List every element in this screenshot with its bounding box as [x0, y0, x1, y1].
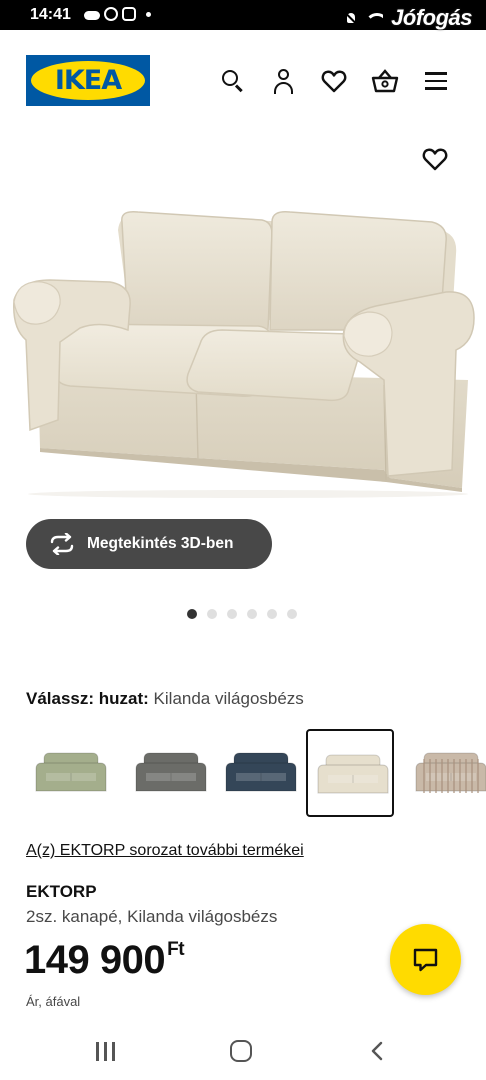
- carousel-dot[interactable]: [267, 609, 277, 619]
- search-icon[interactable]: [220, 68, 246, 94]
- product-name: EKTORP: [26, 882, 97, 901]
- back-icon[interactable]: [368, 1041, 388, 1061]
- notification-dot-icon: [146, 11, 151, 17]
- chat-icon: [413, 948, 438, 972]
- system-nav-bar: [0, 1030, 486, 1080]
- status-time: 14:41: [30, 6, 71, 23]
- ikea-logo[interactable]: IKEA: [26, 55, 150, 106]
- series-link[interactable]: A(z) EKTORP sorozat további termékei: [26, 842, 304, 860]
- recent-apps-icon[interactable]: [95, 1042, 117, 1062]
- carousel-dots: [187, 609, 297, 619]
- variant-swatch[interactable]: [306, 729, 394, 817]
- view-3d-label: Megtekintés 3D-ben: [87, 535, 234, 552]
- status-bar: 14:41 Jófogás: [0, 0, 486, 30]
- price-note: Ár, áfával: [26, 994, 81, 1009]
- carousel-dot[interactable]: [187, 609, 197, 619]
- whatsapp-icon: [104, 7, 118, 21]
- home-icon[interactable]: [230, 1040, 252, 1062]
- rotate-3d-icon: [48, 532, 76, 556]
- carousel-dot[interactable]: [287, 609, 297, 619]
- watermark: Jófogás: [391, 5, 472, 30]
- basket-icon[interactable]: [371, 68, 399, 94]
- variant-swatch[interactable]: [26, 729, 114, 817]
- instagram-icon: [122, 7, 136, 21]
- variant-swatch[interactable]: [216, 729, 304, 817]
- cloud-icon: [84, 11, 100, 20]
- menu-icon[interactable]: [424, 68, 450, 94]
- price-value: 149 900: [24, 938, 166, 982]
- variant-label: Válassz: huzat:: [26, 689, 149, 708]
- view-3d-button[interactable]: Megtekintés 3D-ben: [26, 519, 272, 569]
- user-icon[interactable]: [271, 68, 297, 94]
- carousel-dot[interactable]: [207, 609, 217, 619]
- logo-text: IKEA: [54, 65, 122, 96]
- variant-value: Kilanda világosbézs: [153, 689, 304, 708]
- product-price: 149 900 Ft: [24, 938, 185, 983]
- product-image[interactable]: [0, 130, 486, 530]
- carousel-dot[interactable]: [247, 609, 257, 619]
- favorite-heart-icon[interactable]: [422, 146, 448, 172]
- chat-button[interactable]: [390, 924, 461, 995]
- variant-swatch[interactable]: [126, 729, 214, 817]
- variant-swatches: [0, 729, 486, 817]
- price-currency: Ft: [167, 939, 185, 960]
- heart-icon[interactable]: [321, 68, 347, 94]
- variant-selector-label: Válassz: huzat: Kilanda világosbézs: [26, 689, 304, 709]
- variant-swatch[interactable]: [406, 729, 486, 817]
- carousel-dot[interactable]: [227, 609, 237, 619]
- site-header: IKEA: [0, 30, 486, 130]
- product-description: 2sz. kanapé, Kilanda világosbézs: [26, 907, 278, 926]
- mute-icon: [345, 11, 357, 25]
- wifi-icon: [365, 11, 384, 25]
